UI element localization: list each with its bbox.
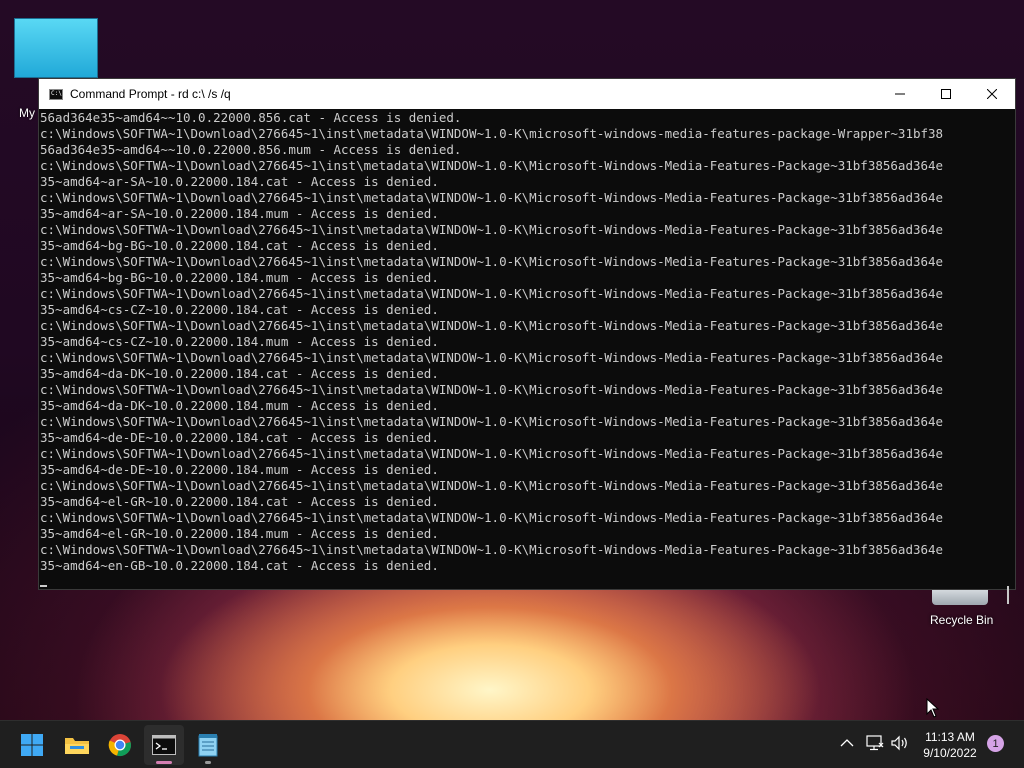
- console-line: 35~amd64~cs-CZ~10.0.22000.184.cat - Acce…: [40, 302, 439, 317]
- console-line: c:\Windows\SOFTWA~1\Download\276645~1\in…: [40, 350, 944, 365]
- notepad-button[interactable]: [188, 725, 228, 765]
- chrome-icon: [108, 734, 131, 756]
- command-prompt-window[interactable]: C:\ Command Prompt - rd c:\ /s /q 56ad36…: [38, 78, 1016, 604]
- chrome-button[interactable]: [100, 725, 140, 765]
- console-line: 35~amd64~cs-CZ~10.0.22000.184.mum - Acce…: [40, 334, 439, 349]
- mouse-pointer-icon: [926, 698, 940, 718]
- running-app-indicator: [205, 761, 211, 764]
- terminal-icon: [152, 735, 176, 755]
- file-explorer-button[interactable]: [57, 725, 97, 765]
- console-line: c:\Windows\SOFTWA~1\Download\276645~1\in…: [40, 542, 944, 557]
- taskbar: 11:13 AM 9/10/2022: [0, 720, 1024, 768]
- console-line: c:\Windows\SOFTWA~1\Download\276645~1\in…: [40, 158, 944, 173]
- maximize-button[interactable]: [923, 79, 969, 109]
- command-prompt-button[interactable]: [144, 725, 184, 765]
- console-line: 35~amd64~bg-BG~10.0.22000.184.cat - Acce…: [40, 238, 439, 253]
- console-line: 35~amd64~da-DK~10.0.22000.184.cat - Acce…: [40, 366, 439, 381]
- console-output[interactable]: 56ad364e35~amd64~~10.0.22000.856.cat - A…: [39, 110, 1000, 588]
- chevron-up-icon[interactable]: [840, 738, 854, 748]
- notification-badge[interactable]: 1: [987, 735, 1004, 752]
- this-pc-label: My: [19, 106, 35, 120]
- clock-time: 11:13 AM: [925, 730, 975, 744]
- window-title: Command Prompt - rd c:\ /s /q: [70, 87, 231, 101]
- console-line: 35~amd64~en-GB~10.0.22000.184.cat - Acce…: [40, 558, 439, 573]
- console-line: c:\Windows\SOFTWA~1\Download\276645~1\in…: [40, 286, 944, 301]
- minimize-button[interactable]: [877, 79, 923, 109]
- console-line: c:\Windows\SOFTWA~1\Download\276645~1\in…: [40, 446, 944, 461]
- console-line: 35~amd64~de-DE~10.0.22000.184.cat - Acce…: [40, 430, 439, 445]
- console-line: c:\Windows\SOFTWA~1\Download\276645~1\in…: [40, 126, 944, 141]
- console-line: 35~amd64~bg-BG~10.0.22000.184.mum - Acce…: [40, 270, 439, 285]
- console-line: 35~amd64~el-GR~10.0.22000.184.mum - Acce…: [40, 526, 439, 541]
- text-cursor: [40, 585, 47, 587]
- volume-icon[interactable]: [890, 735, 910, 751]
- clock-date: 9/10/2022: [923, 746, 977, 760]
- console-line: c:\Windows\SOFTWA~1\Download\276645~1\in…: [40, 222, 944, 237]
- scrollbar-thumb[interactable]: [1007, 586, 1009, 604]
- console-line: 35~amd64~ar-SA~10.0.22000.184.cat - Acce…: [40, 174, 439, 189]
- console-line: 56ad364e35~amd64~~10.0.22000.856.mum - A…: [40, 142, 462, 157]
- vertical-scrollbar[interactable]: [1001, 110, 1015, 604]
- console-line: c:\Windows\SOFTWA~1\Download\276645~1\in…: [40, 510, 944, 525]
- console-line: c:\Windows\SOFTWA~1\Download\276645~1\in…: [40, 382, 944, 397]
- close-button[interactable]: [969, 79, 1015, 109]
- console-line: c:\Windows\SOFTWA~1\Download\276645~1\in…: [40, 190, 944, 205]
- network-icon[interactable]: [866, 734, 884, 752]
- console-line: 35~amd64~ar-SA~10.0.22000.184.mum - Acce…: [40, 206, 439, 221]
- console-line: 56ad364e35~amd64~~10.0.22000.856.cat - A…: [40, 110, 462, 125]
- notepad-icon: [198, 734, 218, 757]
- console-line: 35~amd64~el-GR~10.0.22000.184.cat - Acce…: [40, 494, 439, 509]
- command-prompt-icon: C:\: [49, 88, 63, 100]
- console-line: c:\Windows\SOFTWA~1\Download\276645~1\in…: [40, 414, 944, 429]
- console-line: c:\Windows\SOFTWA~1\Download\276645~1\in…: [40, 254, 944, 269]
- console-line: c:\Windows\SOFTWA~1\Download\276645~1\in…: [40, 318, 944, 333]
- folder-icon: [65, 738, 89, 754]
- minimize-icon: [895, 93, 905, 95]
- start-button[interactable]: [12, 725, 52, 765]
- console-line: c:\Windows\SOFTWA~1\Download\276645~1\in…: [40, 478, 944, 493]
- active-app-indicator: [156, 761, 172, 764]
- console-line: 35~amd64~da-DK~10.0.22000.184.mum - Acce…: [40, 398, 439, 413]
- close-icon: [987, 89, 997, 99]
- system-clock[interactable]: 11:13 AM 9/10/2022: [914, 729, 986, 761]
- recycle-bin-label[interactable]: Recycle Bin: [930, 613, 993, 627]
- window-titlebar[interactable]: C:\ Command Prompt - rd c:\ /s /q: [39, 79, 1015, 109]
- console-line: 35~amd64~de-DE~10.0.22000.184.mum - Acce…: [40, 462, 439, 477]
- this-pc-icon[interactable]: [14, 18, 98, 78]
- maximize-icon: [941, 89, 951, 99]
- windows-logo-icon: [21, 734, 43, 756]
